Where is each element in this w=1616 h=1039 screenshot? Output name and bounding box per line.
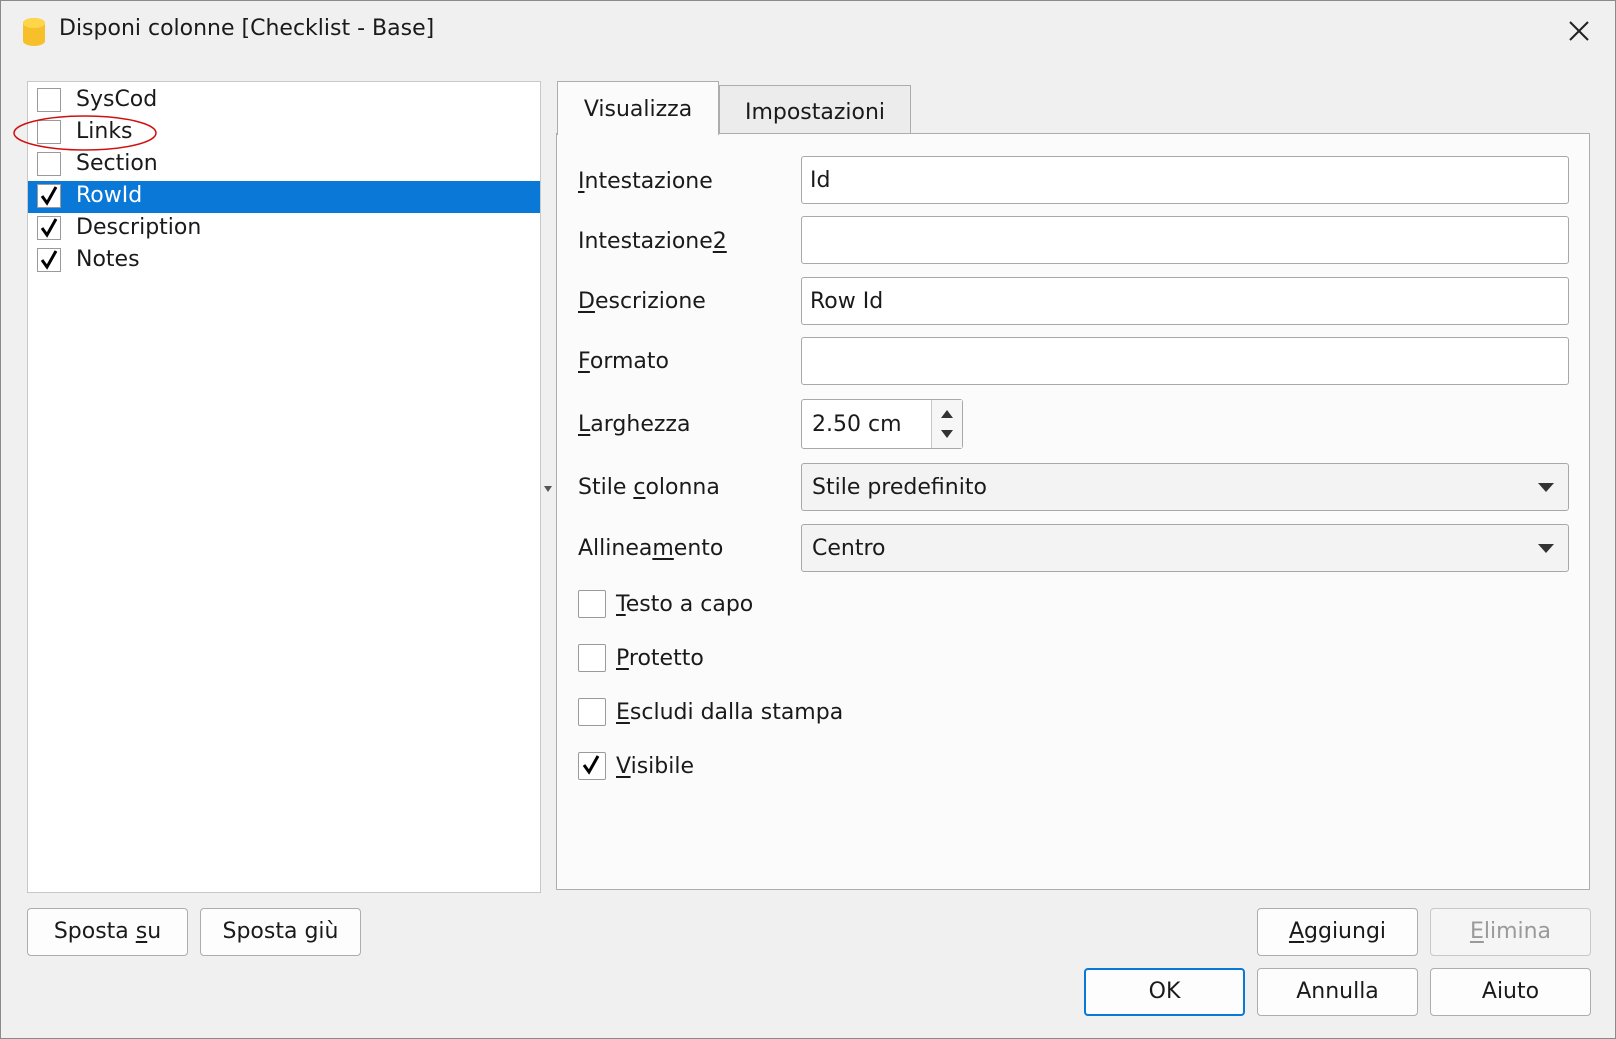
checkmark-icon <box>582 755 600 775</box>
list-item-checkbox[interactable] <box>37 152 61 176</box>
intestazione2-label: Intestazione2 <box>578 229 727 254</box>
tab-impostazioni[interactable]: Impostazioni <box>719 85 911 133</box>
list-item-checkbox[interactable] <box>37 248 61 272</box>
larghezza-stepper[interactable]: 2.50 cm <box>801 399 963 449</box>
larghezza-label: Larghezza <box>578 412 691 437</box>
arrow-up-icon[interactable] <box>940 409 954 419</box>
escludi-dalla-stampa-label: Escludi dalla stampa <box>616 700 844 725</box>
list-item-label: Description <box>76 215 202 240</box>
list-item-checkbox[interactable] <box>37 184 61 208</box>
list-item-checkbox[interactable] <box>37 216 61 240</box>
list-item-checkbox[interactable] <box>37 88 61 112</box>
checkbox-box[interactable] <box>578 752 606 780</box>
ok-button[interactable]: OK <box>1084 968 1245 1016</box>
checkbox-box[interactable] <box>578 644 606 672</box>
close-icon[interactable] <box>1561 13 1597 49</box>
list-item-label: Links <box>76 119 133 144</box>
checkbox-box[interactable] <box>578 590 606 618</box>
allineamento-select[interactable]: Centro <box>801 524 1569 572</box>
annulla-button[interactable]: Annulla <box>1257 968 1418 1016</box>
list-item-notes[interactable]: Notes <box>28 245 540 277</box>
protetto-label: Protetto <box>616 646 704 671</box>
checkmark-icon <box>40 186 58 206</box>
list-item-description[interactable]: Description <box>28 213 540 245</box>
list-item-section[interactable]: Section <box>28 149 540 181</box>
tab-label: Impostazioni <box>744 100 886 125</box>
dialog-window: Disponi colonne [Checklist - Base] SysCo… <box>0 0 1616 1039</box>
formato-label: Formato <box>578 349 669 374</box>
columns-list[interactable]: SysCod Links Section RowId Description N… <box>27 81 541 893</box>
sposta-giu-button[interactable]: Sposta giù <box>200 908 361 956</box>
sposta-su-button[interactable]: Sposta su <box>27 908 188 956</box>
aiuto-button[interactable]: Aiuto <box>1430 968 1591 1016</box>
aggiungi-button[interactable]: Aggiungi <box>1257 908 1418 956</box>
chevron-down-icon <box>1538 544 1554 553</box>
descrizione-value: Row Id <box>810 289 884 314</box>
stile-colonna-label: Stile colonna <box>578 475 720 500</box>
descrizione-input[interactable]: Row Id <box>801 277 1569 325</box>
arrow-down-icon[interactable] <box>940 429 954 439</box>
checkmark-icon <box>40 250 58 270</box>
list-item-rowid[interactable]: RowId <box>28 181 540 213</box>
chevron-down-icon <box>1538 483 1554 492</box>
intestazione-input[interactable]: Id <box>801 156 1569 204</box>
checkmark-icon <box>40 218 58 238</box>
checkbox-box[interactable] <box>578 698 606 726</box>
stepper-buttons <box>931 400 962 448</box>
intestazione-label: Intestazione <box>578 169 713 194</box>
tab-label: Visualizza <box>583 97 693 122</box>
intestazione2-input[interactable] <box>801 216 1569 264</box>
list-item-syscod[interactable]: SysCod <box>28 85 540 117</box>
descrizione-label: Descrizione <box>578 289 706 314</box>
stile-colonna-select[interactable]: Stile predefinito <box>801 463 1569 511</box>
intestazione-value: Id <box>810 168 831 193</box>
list-item-label: Section <box>76 151 158 176</box>
list-item-label: RowId <box>76 183 143 208</box>
title-bar: Disponi colonne [Checklist - Base] <box>1 1 1615 63</box>
app-icon <box>23 18 45 46</box>
list-item-label: Notes <box>76 247 140 272</box>
testo-a-capo-label: Testo a capo <box>616 592 754 617</box>
splitter-arrow-icon[interactable] <box>543 485 553 493</box>
formato-input[interactable] <box>801 337 1569 385</box>
window-title: Disponi colonne [Checklist - Base] <box>59 16 435 41</box>
visibile-label: Visibile <box>616 754 694 779</box>
tab-visualizza[interactable]: Visualizza <box>557 81 719 135</box>
list-item-checkbox[interactable] <box>37 120 61 144</box>
larghezza-value: 2.50 cm <box>812 412 902 437</box>
list-item-label: SysCod <box>76 87 158 112</box>
allineamento-label: Allineamento <box>578 536 724 561</box>
stile-colonna-value: Stile predefinito <box>812 475 987 500</box>
allineamento-value: Centro <box>812 536 886 561</box>
list-item-links[interactable]: Links <box>28 117 540 149</box>
elimina-button[interactable]: Elimina <box>1430 908 1591 956</box>
